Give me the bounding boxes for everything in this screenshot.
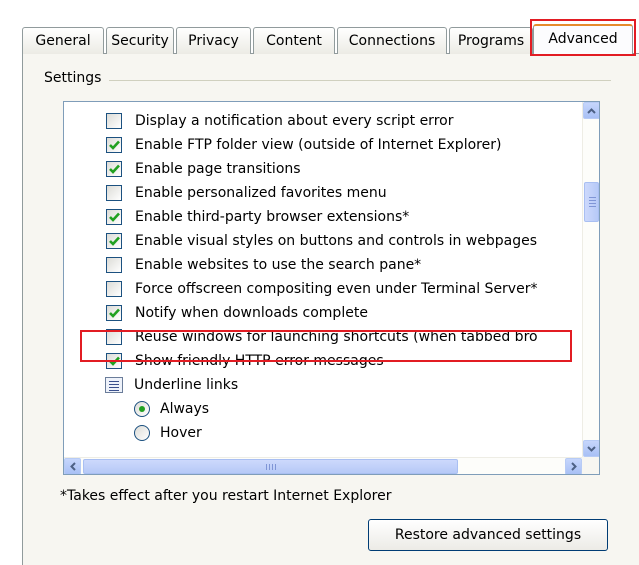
item-label: Enable personalized favorites menu <box>135 185 387 201</box>
checkbox-checked[interactable] <box>106 305 122 321</box>
scroll-right-button[interactable] <box>565 458 582 474</box>
chevron-down-icon <box>587 445 596 452</box>
item-label: Notify when downloads complete <box>135 305 368 321</box>
restart-footnote: *Takes effect after you restart Internet… <box>60 488 392 504</box>
item-label: Enable websites to use the search pane* <box>135 257 422 273</box>
item-label: Force offscreen compositing even under T… <box>135 281 538 297</box>
settings-group-divider <box>44 80 611 81</box>
checkbox-unchecked[interactable] <box>106 257 122 273</box>
advanced-settings-tree[interactable]: Display a notification about every scrip… <box>63 101 600 475</box>
list-item[interactable]: Underline links <box>105 374 238 396</box>
scroll-left-button[interactable] <box>64 458 81 474</box>
item-label: Always <box>160 401 210 417</box>
scrollbar-corner <box>582 457 599 474</box>
checkbox-checked[interactable] <box>106 161 122 177</box>
scroll-down-button[interactable] <box>583 440 599 457</box>
chevron-right-icon <box>570 462 577 471</box>
tab-privacy[interactable]: Privacy <box>176 27 251 54</box>
vertical-scroll-thumb[interactable] <box>584 182 599 222</box>
list-item[interactable]: Force offscreen compositing even under T… <box>106 278 537 300</box>
item-label: Display a notification about every scrip… <box>135 113 454 129</box>
list-item[interactable]: Reuse windows for launching shortcuts (w… <box>106 326 538 348</box>
tab-content[interactable]: Content <box>253 27 335 54</box>
list-item[interactable]: Hover <box>134 422 202 444</box>
list-item[interactable]: Enable page transitions <box>106 158 301 180</box>
item-label: Reuse windows for launching shortcuts (w… <box>135 329 538 345</box>
horizontal-scrollbar[interactable] <box>64 457 599 474</box>
radio-selected[interactable] <box>134 401 150 417</box>
list-item[interactable]: Enable visual styles on buttons and cont… <box>106 230 537 252</box>
list-item[interactable]: Always <box>134 398 209 420</box>
tab-connections[interactable]: Connections <box>337 27 447 54</box>
tab-general[interactable]: General <box>22 27 104 54</box>
checkbox-checked[interactable] <box>106 137 122 153</box>
checkbox-unchecked[interactable] <box>106 281 122 297</box>
checkbox-unchecked[interactable] <box>106 329 122 345</box>
checkbox-checked[interactable] <box>106 209 122 225</box>
item-label: Enable visual styles on buttons and cont… <box>135 233 538 249</box>
chevron-up-icon <box>587 107 596 114</box>
scroll-up-button[interactable] <box>583 102 599 119</box>
item-label: Show friendly HTTP error messages <box>135 353 384 369</box>
list-item[interactable]: Enable personalized favorites menu <box>106 182 387 204</box>
item-label: Enable FTP folder view (outside of Inter… <box>135 137 502 153</box>
list-item[interactable]: Enable FTP folder view (outside of Inter… <box>106 134 501 156</box>
tab-advanced[interactable]: Advanced <box>533 24 633 55</box>
radio-unselected[interactable] <box>134 425 150 441</box>
item-label: Underline links <box>134 377 239 393</box>
item-label: Enable page transitions <box>135 161 301 177</box>
item-label: Enable third-party browser extensions* <box>135 209 410 225</box>
list-item[interactable]: Enable websites to use the search pane* <box>106 254 421 276</box>
checkbox-unchecked[interactable] <box>106 185 122 201</box>
chevron-left-icon <box>69 462 76 471</box>
settings-group-label: Settings <box>44 70 110 86</box>
horizontal-scroll-thumb[interactable] <box>83 459 458 474</box>
restore-advanced-settings-button[interactable]: Restore advanced settings <box>368 519 608 551</box>
item-label: Hover <box>160 425 202 441</box>
checkbox-checked[interactable] <box>106 233 122 249</box>
list-item[interactable]: Notify when downloads complete <box>106 302 368 324</box>
tab-security[interactable]: Security <box>106 27 174 54</box>
list-item[interactable]: Show friendly HTTP error messages <box>106 350 384 372</box>
tab-programs[interactable]: Programs <box>449 27 533 54</box>
checkbox-checked[interactable] <box>106 353 122 369</box>
group-list-icon <box>105 377 123 393</box>
vertical-scrollbar[interactable] <box>582 102 599 457</box>
checkbox-unchecked[interactable] <box>106 113 122 129</box>
list-item[interactable]: Enable third-party browser extensions* <box>106 206 409 228</box>
list-item[interactable]: Display a notification about every scrip… <box>106 110 453 132</box>
